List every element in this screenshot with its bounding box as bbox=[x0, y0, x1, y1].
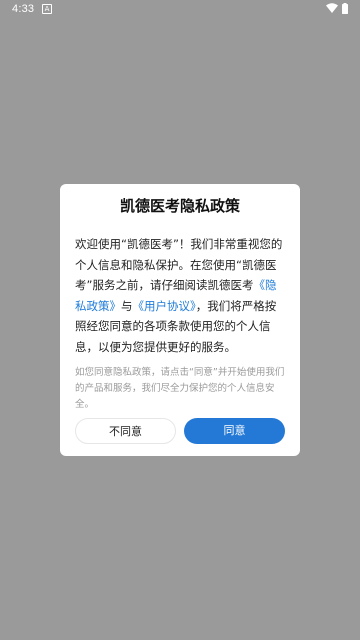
dialog-body: 欢迎使用“凯德医考”！我们非常重视您的个人信息和隐私保护。在您使用“凯德医考”服… bbox=[75, 234, 287, 357]
body-text-and: 与 bbox=[121, 298, 133, 313]
privacy-policy-dialog: 凯德医考隐私政策 欢迎使用“凯德医考”！我们非常重视您的个人信息和隐私保护。在您… bbox=[60, 184, 300, 456]
dialog-buttons: 不同意 同意 bbox=[75, 418, 285, 444]
dialog-note: 如您同意隐私政策，请点击“同意”并开始使用我们的产品和服务，我们尽全力保护您的个… bbox=[75, 367, 285, 410]
agree-button[interactable]: 同意 bbox=[184, 418, 285, 444]
body-text-intro: 欢迎使用“凯德医考”！我们非常重视您的个人信息和隐私保护。在您使用“凯德医考”服… bbox=[75, 237, 283, 292]
dialog-title: 凯德医考隐私政策 bbox=[119, 197, 240, 215]
disagree-button[interactable]: 不同意 bbox=[75, 418, 176, 444]
user-agreement-link[interactable]: 《用户协议》 bbox=[133, 299, 196, 313]
